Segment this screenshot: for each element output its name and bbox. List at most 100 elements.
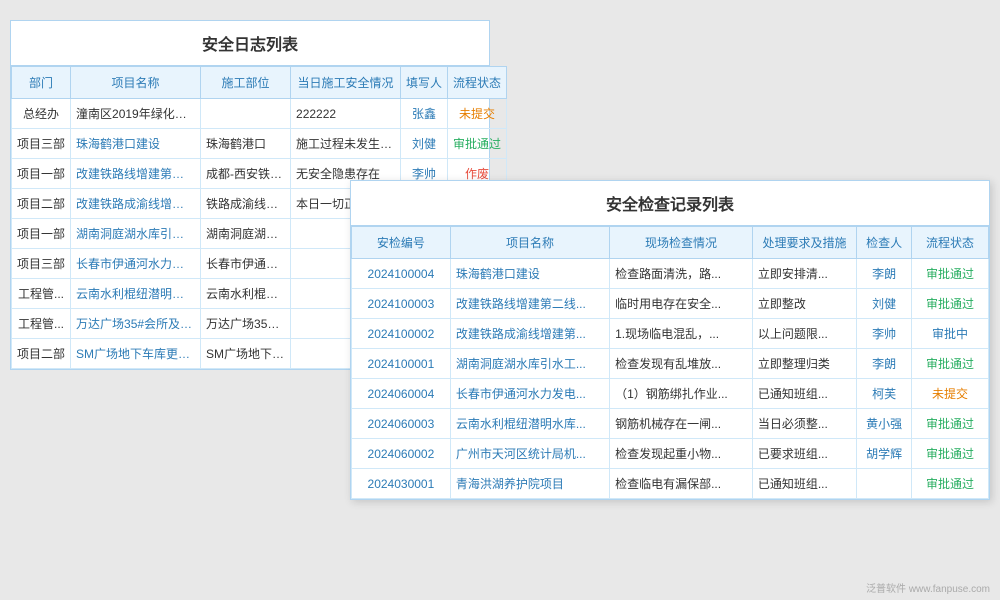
cell-measures: 立即安排清...: [752, 259, 856, 289]
cell-situation: 检查发现有乱堆放...: [610, 349, 753, 379]
cell-location: 湖南洞庭湖水库: [201, 219, 291, 249]
cell-project[interactable]: 改建铁路成渝线增建第二...: [71, 189, 201, 219]
cell-inspector: 黄小强: [857, 409, 912, 439]
cell-status: 审批通过: [912, 289, 989, 319]
cell-id[interactable]: 2024100003: [352, 289, 451, 319]
cell-status: 未提交: [912, 379, 989, 409]
right-panel: 安全检查记录列表 安检编号 项目名称 现场检查情况 处理要求及措施 检查人 流程…: [350, 180, 990, 500]
cell-situation: 检查临电有漏保部...: [610, 469, 753, 499]
cell-location: 铁路成渝线（成...: [201, 189, 291, 219]
cell-project[interactable]: 湖南洞庭湖水库引水工...: [450, 349, 609, 379]
cell-project[interactable]: 改建铁路线增建第二线直...: [71, 159, 201, 189]
right-col-project: 项目名称: [450, 227, 609, 259]
cell-project[interactable]: 改建铁路线增建第二线...: [450, 289, 609, 319]
cell-project[interactable]: 珠海鹤港口建设: [71, 129, 201, 159]
cell-measures: 以上问题限...: [752, 319, 856, 349]
cell-location: 万达广场35#会...: [201, 309, 291, 339]
cell-location: SM广场地下车库: [201, 339, 291, 369]
table-row: 2024030001 青海洪湖养护院项目 检查临电有漏保部... 已通知班组..…: [352, 469, 989, 499]
cell-measures: 立即整理归类: [752, 349, 856, 379]
cell-measures: 已通知班组...: [752, 379, 856, 409]
cell-situation: 临时用电存在安全...: [610, 289, 753, 319]
cell-id[interactable]: 2024100002: [352, 319, 451, 349]
cell-dept: 项目二部: [12, 189, 71, 219]
table-row: 2024060002 广州市天河区统计局机... 检查发现起重小物... 已要求…: [352, 439, 989, 469]
cell-author: 刘健: [401, 129, 448, 159]
cell-dept: 项目三部: [12, 129, 71, 159]
cell-id[interactable]: 2024100001: [352, 349, 451, 379]
cell-project: 潼南区2019年绿化补贴项...: [71, 99, 201, 129]
cell-measures: 当日必须整...: [752, 409, 856, 439]
cell-status: 未提交: [448, 99, 507, 129]
cell-dept: 工程管...: [12, 309, 71, 339]
cell-author: 张鑫: [401, 99, 448, 129]
cell-project[interactable]: 青海洪湖养护院项目: [450, 469, 609, 499]
table-row: 项目三部 珠海鹤港口建设 珠海鹤港口 施工过程未发生安全事故... 刘健 审批通…: [12, 129, 507, 159]
cell-situation: 检查发现起重小物...: [610, 439, 753, 469]
cell-status: 审批通过: [448, 129, 507, 159]
cell-project[interactable]: 长春市伊通河水力发电...: [450, 379, 609, 409]
cell-measures: 已要求班组...: [752, 439, 856, 469]
cell-dept: 总经办: [12, 99, 71, 129]
cell-id[interactable]: 2024030001: [352, 469, 451, 499]
cell-location: 成都-西安铁路...: [201, 159, 291, 189]
right-panel-title: 安全检查记录列表: [351, 181, 989, 226]
cell-inspector: [857, 469, 912, 499]
table-row: 总经办 潼南区2019年绿化补贴项... 222222 张鑫 未提交: [12, 99, 507, 129]
left-col-location: 施工部位: [201, 67, 291, 99]
cell-status: 审批通过: [912, 469, 989, 499]
cell-project[interactable]: SM广场地下车库更换摄...: [71, 339, 201, 369]
cell-project[interactable]: 湖南洞庭湖水库引水工程...: [71, 219, 201, 249]
cell-project[interactable]: 广州市天河区统计局机...: [450, 439, 609, 469]
left-panel-title: 安全日志列表: [11, 21, 489, 66]
watermark: 泛普软件 www.fanpuse.com: [866, 580, 990, 595]
cell-situation: 检查路面清洗，路...: [610, 259, 753, 289]
cell-situation: 222222: [291, 99, 401, 129]
cell-status: 审批通过: [912, 349, 989, 379]
right-col-situation: 现场检查情况: [610, 227, 753, 259]
cell-location: [201, 99, 291, 129]
right-col-inspector: 检查人: [857, 227, 912, 259]
cell-dept: 项目一部: [12, 159, 71, 189]
cell-dept: 工程管...: [12, 279, 71, 309]
cell-situation: （1）钢筋绑扎作业...: [610, 379, 753, 409]
cell-dept: 项目二部: [12, 339, 71, 369]
cell-inspector: 李朗: [857, 349, 912, 379]
right-col-id: 安检编号: [352, 227, 451, 259]
cell-inspector: 李朗: [857, 259, 912, 289]
table-row: 2024100003 改建铁路线增建第二线... 临时用电存在安全... 立即整…: [352, 289, 989, 319]
cell-measures: 立即整改: [752, 289, 856, 319]
cell-inspector: 胡学辉: [857, 439, 912, 469]
left-col-situation: 当日施工安全情况: [291, 67, 401, 99]
cell-project[interactable]: 长春市伊通河水力发电厂...: [71, 249, 201, 279]
cell-location: 云南水利棍纽潜...: [201, 279, 291, 309]
cell-project[interactable]: 云南水利棍纽潜明水库一...: [71, 279, 201, 309]
cell-location: 珠海鹤港口: [201, 129, 291, 159]
cell-status: 审批通过: [912, 409, 989, 439]
cell-status: 审批通过: [912, 259, 989, 289]
table-row: 2024100002 改建铁路成渝线增建第... 1.现场临电混乱，... 以上…: [352, 319, 989, 349]
table-row: 2024100004 珠海鹤港口建设 检查路面清洗，路... 立即安排清... …: [352, 259, 989, 289]
right-table-header: 安检编号 项目名称 现场检查情况 处理要求及措施 检查人 流程状态: [352, 227, 989, 259]
cell-project[interactable]: 万达广场35#会所及咖啡...: [71, 309, 201, 339]
cell-project[interactable]: 云南水利棍纽潜明水库...: [450, 409, 609, 439]
cell-project[interactable]: 珠海鹤港口建设: [450, 259, 609, 289]
cell-situation: 施工过程未发生安全事故...: [291, 129, 401, 159]
table-row: 2024100001 湖南洞庭湖水库引水工... 检查发现有乱堆放... 立即整…: [352, 349, 989, 379]
cell-status: 审批通过: [912, 439, 989, 469]
table-row: 2024060004 长春市伊通河水力发电... （1）钢筋绑扎作业... 已通…: [352, 379, 989, 409]
cell-id[interactable]: 2024060002: [352, 439, 451, 469]
cell-id[interactable]: 2024100004: [352, 259, 451, 289]
left-col-dept: 部门: [12, 67, 71, 99]
right-table: 安检编号 项目名称 现场检查情况 处理要求及措施 检查人 流程状态 202410…: [351, 226, 989, 499]
cell-dept: 项目一部: [12, 219, 71, 249]
cell-location: 长春市伊通河水...: [201, 249, 291, 279]
cell-situation: 钢筋机械存在一闸...: [610, 409, 753, 439]
cell-id[interactable]: 2024060003: [352, 409, 451, 439]
right-col-status: 流程状态: [912, 227, 989, 259]
cell-inspector: 刘健: [857, 289, 912, 319]
left-table-header: 部门 项目名称 施工部位 当日施工安全情况 填写人 流程状态: [12, 67, 507, 99]
cell-project[interactable]: 改建铁路成渝线增建第...: [450, 319, 609, 349]
left-col-status: 流程状态: [448, 67, 507, 99]
cell-id[interactable]: 2024060004: [352, 379, 451, 409]
